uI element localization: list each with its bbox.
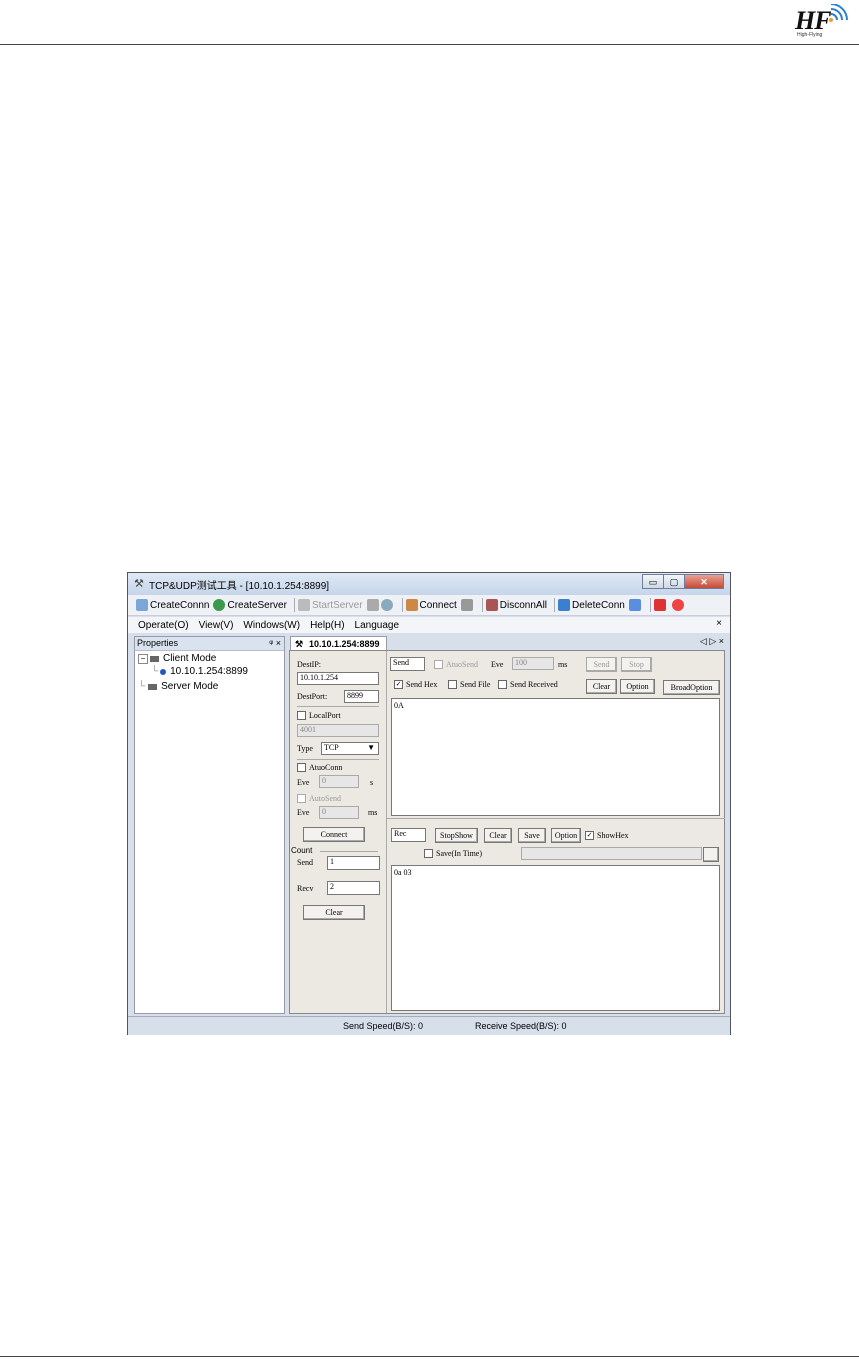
send-clear-button[interactable]: Clear [586,679,617,694]
stop-server-button[interactable] [366,599,395,611]
close-button[interactable]: ✕ [684,574,724,589]
send-received-checkbox[interactable]: Send Received [498,680,558,689]
menu-help[interactable]: Help(H) [310,620,344,631]
dest-port-input[interactable]: 8899 [344,690,379,703]
tab-connection[interactable]: ⚒ 10.10.1.254:8899 [290,636,387,651]
create-server-button[interactable]: CreateServer [213,599,287,611]
send-speed: Send Speed(B/S): 0 [343,1021,424,1031]
server-icon [297,599,310,611]
menu-windows[interactable]: Windows(W) [243,620,300,631]
local-port-input[interactable]: 4001 [297,724,379,737]
auto-send-option-checkbox[interactable]: AtuoSend [434,660,478,669]
folder-icon [148,683,158,690]
properties-header: Properties ᵠ × [135,637,284,651]
disconnect-button[interactable] [460,599,475,611]
dest-ip-input[interactable]: 10.10.1.254 [297,672,379,685]
send-interval-input[interactable]: 100 [512,657,554,670]
document-area: ⚒ 10.10.1.254:8899 ◁ ▷ × DestIP: 10.10.1… [288,636,726,1014]
delete-all-button[interactable] [628,599,643,611]
pin-close-controls[interactable]: ᵠ × [269,637,281,650]
tree-client-mode[interactable]: − Client Mode [138,653,216,664]
send-option-button[interactable]: Option [620,679,655,694]
connect-button[interactable]: Connect [405,599,457,611]
save-in-time-checkbox[interactable]: Save(In Time) [424,849,482,858]
disconnect-all-icon [485,599,498,611]
send-file-checkbox[interactable]: Send File [448,680,490,689]
tree-connection[interactable]: └ 10.10.1.254:8899 [151,666,248,677]
stop-button[interactable]: Stop [621,657,652,672]
header-rule [0,44,859,45]
power-icon [653,599,666,611]
show-hex-checkbox[interactable]: ✓ ShowHex [585,831,629,840]
hf-logo: HF High-Flying [795,4,855,40]
delete-icon [558,599,571,611]
browse-button[interactable] [703,847,719,862]
send-text-area[interactable]: 0A [391,698,720,816]
footer-rule [0,1356,859,1357]
refresh-icon [380,599,393,611]
help-button[interactable] [671,599,686,611]
delete-all-icon [628,599,641,611]
unplug-icon [460,599,473,611]
folder-icon [150,655,159,662]
server-stop-icon [366,599,379,611]
clear-count-button[interactable]: Clear [303,905,365,920]
connection-dot-icon [160,668,167,675]
delete-conn-button[interactable]: DeleteConn [558,599,625,611]
auto-conn-interval-input[interactable]: 0 [319,775,359,788]
receive-text-area[interactable]: 0a 03 [391,865,720,1011]
toolbar: CreateConnn CreateServer StartServer Con… [128,595,730,616]
tab-nav-controls[interactable]: ◁ ▷ × [700,636,724,647]
recv-count-input[interactable]: 2 [327,881,380,895]
window-title: TCP&UDP测试工具 - [10.10.1.254:8899] [149,581,330,592]
type-select[interactable]: TCP ▼ [321,742,379,755]
save-path-input[interactable] [521,847,702,860]
rec-label-box: Rec [391,828,426,842]
menu-view[interactable]: View(V) [199,620,234,631]
help-icon [671,599,684,611]
disconn-all-button[interactable]: DisconnAll [485,599,547,611]
receive-speed: Receive Speed(B/S): 0 [475,1021,567,1031]
new-connection-icon [136,599,148,611]
exit-button[interactable] [653,599,668,611]
auto-conn-checkbox[interactable]: AtuoConn [297,763,342,772]
send-count-input[interactable]: 1 [327,856,380,870]
collapse-toggle[interactable]: − [138,653,148,664]
status-bar: Send Speed(B/S): 0 Receive Speed(B/S): 0 [128,1016,730,1035]
menu-bar: Operate(O) View(V) Windows(W) Help(H) La… [128,617,730,633]
local-port-checkbox[interactable]: LocalPort [297,711,341,720]
create-conn-button[interactable]: CreateConnn [136,599,209,611]
menu-operate[interactable]: Operate(O) [138,620,189,631]
start-server-button[interactable]: StartServer [297,599,363,611]
dropdown-arrow-icon: ▼ [367,743,375,752]
plug-icon [405,599,418,611]
send-label-box: Send [390,657,425,671]
title-bar: ⚒ TCP&UDP测试工具 - [10.10.1.254:8899] ▭ ▢ ✕ [128,573,730,595]
broad-option-button[interactable]: BroadOption [663,680,720,695]
connection-icon: ⚒ [295,639,304,649]
stop-show-button[interactable]: StopShow [435,828,478,843]
minimize-button[interactable]: ▭ [642,574,664,589]
globe-icon [213,599,226,611]
send-hex-checkbox[interactable]: ✓ Send Hex [394,680,437,689]
menu-close-button[interactable]: × [716,618,722,629]
connect-form-button[interactable]: Connect [303,827,365,842]
auto-send-checkbox[interactable]: AutoSend [297,794,341,803]
auto-send-interval-input[interactable]: 0 [319,806,359,819]
app-window: ⚒ TCP&UDP测试工具 - [10.10.1.254:8899] ▭ ▢ ✕… [127,572,731,1035]
recv-option-button[interactable]: Option [551,828,581,843]
maximize-button[interactable]: ▢ [663,574,685,589]
recv-save-button[interactable]: Save [518,828,546,843]
properties-panel: Properties ᵠ × − Client Mode └ 10.10.1.2… [134,636,285,1014]
send-button[interactable]: Send [586,657,617,672]
wifi-waves-icon [829,4,848,22]
connection-pane: DestIP: 10.10.1.254 DestPort: 8899 Local… [289,650,725,1014]
recv-clear-button[interactable]: Clear [484,828,512,843]
tree-server-mode[interactable]: └ Server Mode [138,681,218,692]
menu-language[interactable]: Language [355,620,400,631]
app-icon: ⚒ [134,578,144,590]
